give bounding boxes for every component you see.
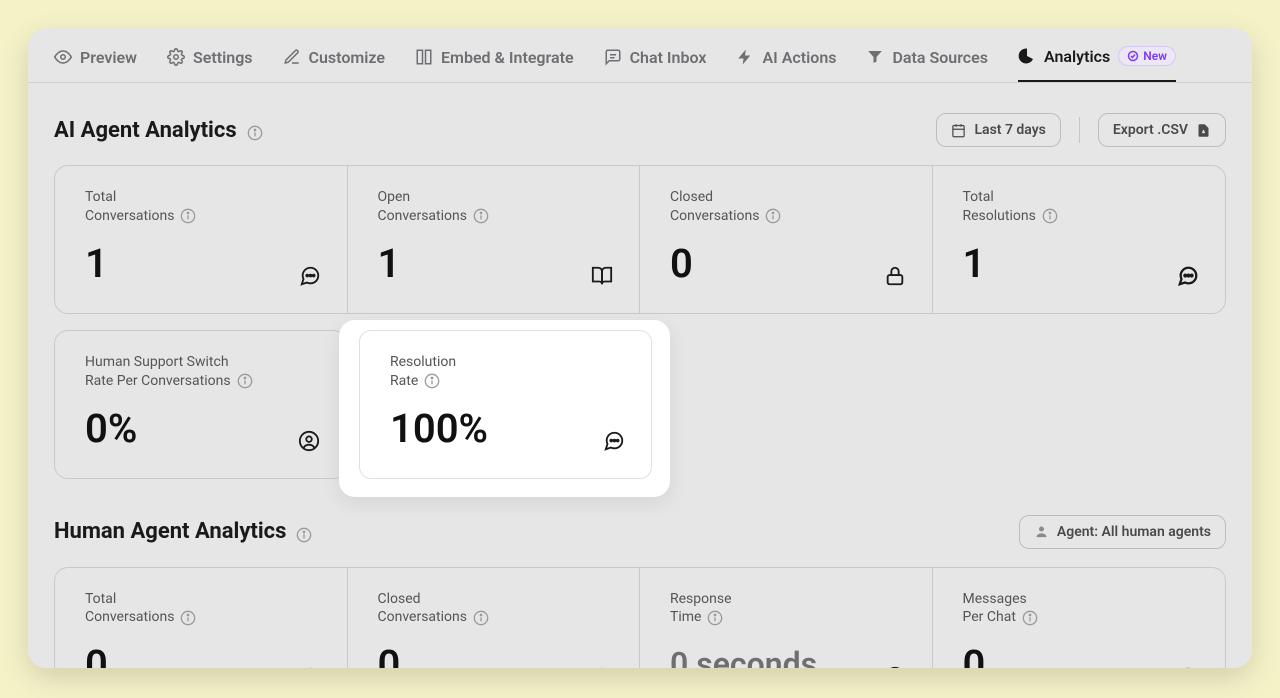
card-human-total-conv: Total Conversations 0 [55, 568, 348, 668]
new-badge: New [1118, 46, 1176, 66]
bolt-icon [736, 48, 754, 66]
info-icon[interactable] [473, 610, 489, 626]
tab-bar: Preview Settings Customize Embed & Integ… [28, 28, 1252, 83]
tab-preview[interactable]: Preview [54, 44, 137, 81]
card-label: Total Conversations [85, 590, 317, 628]
user-circle-icon [298, 430, 320, 452]
tab-label: Data Sources [892, 48, 988, 67]
tab-settings[interactable]: Settings [167, 44, 253, 81]
card-human-switch-rate: Human Support Switch Rate Per Conversati… [54, 330, 347, 479]
card-label: Total Conversations [85, 188, 317, 226]
human-section-header: Human Agent Analytics Agent: All human a… [54, 515, 1226, 549]
card-open-conversations: Open Conversations 1 [348, 166, 641, 313]
clock-icon [884, 666, 906, 668]
card-human-closed-conv: Closed Conversations 0 [348, 568, 641, 668]
card-messages-per-chat: Messages Per Chat 0 [933, 568, 1226, 668]
info-icon[interactable] [237, 373, 253, 389]
ai-section-actions: Last 7 days Export .CSV [936, 113, 1226, 147]
calendar-icon [951, 123, 966, 138]
info-icon[interactable] [1042, 208, 1058, 224]
card-label: Messages Per Chat [963, 590, 1196, 628]
ai-metrics-row2: Human Support Switch Rate Per Conversati… [54, 330, 1226, 479]
export-csv-button[interactable]: Export .CSV [1098, 113, 1226, 147]
tab-label: Settings [193, 48, 253, 67]
chat-bubble-icon [299, 265, 321, 287]
lock-icon [884, 265, 906, 287]
export-label: Export .CSV [1113, 122, 1188, 138]
user-icon [1034, 524, 1049, 539]
ai-metrics-row1: Total Conversations 1 Open Conversations… [54, 165, 1226, 314]
card-value: 0 [378, 641, 610, 668]
card-total-resolutions: Total Resolutions 1 [933, 166, 1226, 313]
divider [1079, 117, 1080, 143]
tab-label: Analytics [1044, 47, 1110, 66]
info-icon[interactable] [765, 208, 781, 224]
card-resolution-rate: Resolution Rate 100% [359, 330, 652, 479]
card-label: Total Resolutions [963, 188, 1196, 226]
ai-section-header: AI Agent Analytics Last 7 days Export .C… [54, 113, 1226, 147]
card-value: 0 [963, 641, 1196, 668]
card-value: 1 [85, 240, 317, 287]
card-label: Open Conversations [378, 188, 610, 226]
tab-label: AI Actions [762, 48, 836, 67]
info-icon[interactable] [424, 373, 440, 389]
info-icon[interactable] [707, 610, 723, 626]
card-total-conversations: Total Conversations 1 [55, 166, 348, 313]
tab-embed[interactable]: Embed & Integrate [415, 44, 574, 81]
card-label: Response Time [670, 590, 902, 628]
layout-icon [415, 48, 433, 66]
card-label: Closed Conversations [670, 188, 902, 226]
card-resolution-rate-wrapper: Resolution Rate 100% [347, 330, 640, 479]
card-value: 1 [378, 240, 610, 287]
agent-filter-button[interactable]: Agent: All human agents [1019, 515, 1226, 549]
tab-label: Customize [309, 48, 385, 67]
tab-ai-actions[interactable]: AI Actions [736, 44, 836, 81]
filter-icon [866, 48, 884, 66]
tab-label: Chat Inbox [630, 48, 707, 67]
info-icon[interactable] [247, 122, 263, 138]
card-value: 0 [670, 240, 902, 287]
analytics-panel: Preview Settings Customize Embed & Integ… [28, 28, 1252, 668]
card-label: Resolution Rate [390, 353, 621, 391]
tab-analytics[interactable]: Analytics New [1018, 42, 1176, 82]
info-icon[interactable] [473, 208, 489, 224]
content-area: AI Agent Analytics Last 7 days Export .C… [28, 83, 1252, 668]
card-value: 0% [85, 405, 316, 452]
tab-label: Preview [80, 48, 137, 67]
card-label: Closed Conversations [378, 590, 610, 628]
lock-icon [591, 666, 613, 668]
pie-chart-icon [1018, 47, 1036, 65]
info-icon[interactable] [296, 524, 312, 540]
card-value: 100% [390, 405, 621, 452]
chat-bubble-bold-icon [1177, 265, 1199, 287]
pencil-icon [283, 48, 301, 66]
info-icon[interactable] [180, 610, 196, 626]
book-open-icon [591, 265, 613, 287]
briefcase-icon [1177, 666, 1199, 668]
tab-data-sources[interactable]: Data Sources [866, 44, 988, 81]
card-closed-conversations: Closed Conversations 0 [640, 166, 933, 313]
card-value: 0 [85, 641, 317, 668]
info-icon[interactable] [1022, 610, 1038, 626]
tab-customize[interactable]: Customize [283, 44, 385, 81]
eye-icon [54, 48, 72, 66]
card-value: 1 [963, 240, 1196, 287]
card-label: Human Support Switch Rate Per Conversati… [85, 353, 316, 391]
info-icon[interactable] [180, 208, 196, 224]
gear-icon [167, 48, 185, 66]
download-file-icon [1196, 123, 1211, 138]
date-filter-button[interactable]: Last 7 days [936, 113, 1060, 147]
date-filter-label: Last 7 days [974, 122, 1045, 138]
ai-section-title: AI Agent Analytics [54, 118, 263, 143]
card-value: 0 seconds [670, 645, 902, 668]
chat-bubble-icon [299, 666, 321, 668]
chat-bubble-icon [603, 430, 625, 452]
human-section-title: Human Agent Analytics [54, 519, 312, 544]
human-metrics-row: Total Conversations 0 Closed Conversatio… [54, 567, 1226, 668]
tab-chat-inbox[interactable]: Chat Inbox [604, 44, 707, 81]
agent-filter-label: Agent: All human agents [1057, 524, 1211, 540]
tab-label: Embed & Integrate [441, 48, 574, 67]
card-response-time: Response Time 0 seconds [640, 568, 933, 668]
message-icon [604, 48, 622, 66]
